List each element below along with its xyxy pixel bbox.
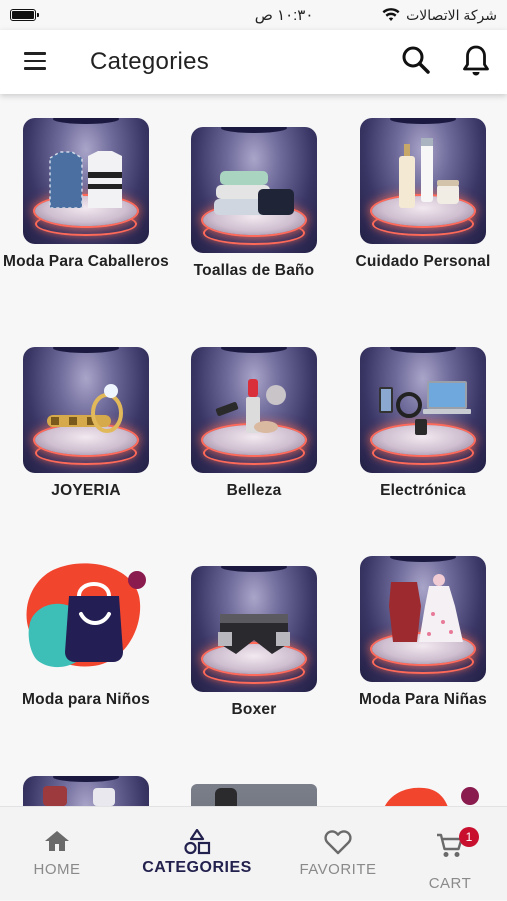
category-image [360,556,486,682]
tab-label: CATEGORIES [142,859,252,876]
category-moda-ninas[interactable]: Moda Para Niñas [339,556,507,710]
categories-icon [184,829,211,855]
category-image [23,776,149,806]
bell-icon[interactable] [460,44,492,78]
category-label: Belleza [226,482,282,499]
category-electronica[interactable]: Electrónica [339,347,507,501]
category-image [191,784,317,806]
category-label: Boxer [231,701,277,718]
category-label: Moda Para Niñas [359,691,487,708]
category-label: Cuidado Personal [355,253,491,270]
status-time: ١٠:٣٠ ص [254,7,314,24]
cart-badge: 1 [459,827,479,847]
category-moda-ninos[interactable]: Moda para Niños [2,556,170,710]
category-cuidado-personal[interactable]: Cuidado Personal [339,118,507,272]
category-label: Toallas de Baño [193,262,315,279]
category-image [191,127,317,253]
category-partial-right[interactable] [339,784,507,806]
status-bar: ١٠:٣٠ ص شركة الاتصالات [0,0,507,30]
category-image [360,347,486,473]
category-image [23,347,149,473]
carrier-name: شركة الاتصالات [406,6,497,23]
tab-home[interactable]: HOME [0,807,120,901]
tab-favorite[interactable]: FAVORITE [275,807,401,901]
menu-icon[interactable] [24,52,46,70]
category-partial-middle[interactable] [170,784,338,806]
search-icon[interactable] [400,44,432,76]
bottom-navigation: HOME CATEGORIES FAVORITE 1 CART [0,806,507,900]
category-boxer[interactable]: Boxer [170,566,338,720]
category-image [385,787,479,806]
category-image [191,566,317,692]
home-icon [45,831,69,851]
kids-fashion-illustration [23,556,149,682]
page-title: Categories [90,48,210,75]
category-label: Moda Para Caballeros [3,253,169,270]
app-bar: Categories [0,30,507,94]
category-partial-left[interactable] [2,776,170,806]
category-image [23,118,149,244]
category-joyeria[interactable]: JOYERIA [2,347,170,501]
category-belleza[interactable]: Belleza [170,347,338,501]
category-toallas[interactable]: Toallas de Baño [170,127,338,281]
category-moda-caballeros[interactable]: Moda Para Caballeros [2,118,170,272]
tab-cart[interactable]: 1 CART [387,807,507,901]
category-label: Electrónica [380,482,466,499]
heart-icon [324,830,352,855]
category-image [191,347,317,473]
tab-label: FAVORITE [299,861,377,878]
category-grid: Moda Para Caballeros Toallas de Baño Cui… [0,94,507,806]
category-label: JOYERIA [51,482,121,499]
tab-label: CART [428,875,472,892]
tab-label: HOME [33,861,81,878]
category-image [360,118,486,244]
wifi-icon [382,8,400,21]
category-label: Moda para Niños [22,691,150,708]
battery-icon [10,9,39,21]
tab-categories[interactable]: CATEGORIES [134,807,260,901]
